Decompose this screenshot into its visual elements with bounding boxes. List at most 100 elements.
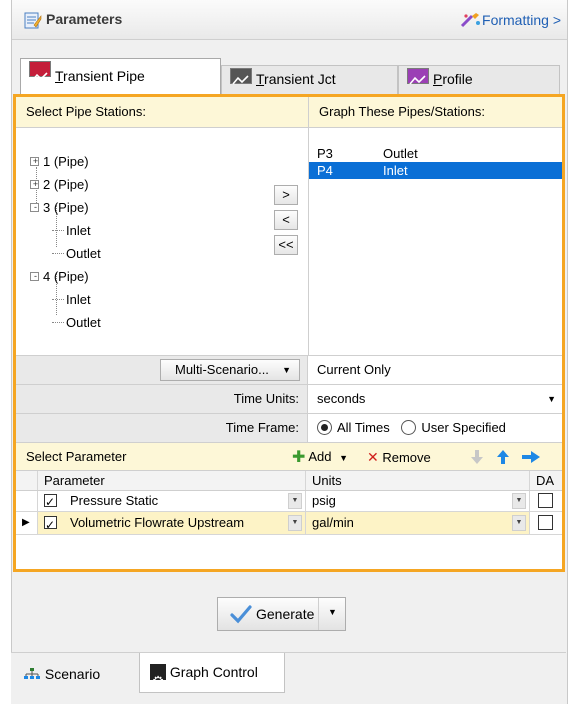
parameter-name: Pressure Static: [70, 493, 159, 508]
tab-label: rofile: [442, 71, 473, 87]
tree-node-pipe-3-inlet[interactable]: Inlet: [30, 219, 101, 242]
tab-mnemonic: P: [433, 71, 443, 87]
pipe-station-picker: Select Pipe Stations: +1 (Pipe) +2 (Pipe…: [16, 97, 308, 355]
tab-mnemonic: T: [256, 71, 265, 87]
collapse-icon[interactable]: -: [30, 202, 39, 212]
tab-graph-control[interactable]: ⚙ Graph Control: [139, 653, 285, 693]
move-down-arrow-icon[interactable]: [469, 449, 485, 465]
generate-label: Generate: [256, 606, 315, 622]
column-header-da[interactable]: DA: [530, 471, 562, 490]
generate-button[interactable]: Generate ▼: [217, 597, 346, 631]
checkmark-icon: [230, 605, 252, 624]
table-row[interactable]: Pressure Static ▼ psig ▼: [16, 491, 562, 512]
multi-scenario-dropdown[interactable]: Multi-Scenario... ▼: [160, 359, 300, 381]
bottom-tabs: Scenario ⚙ Graph Control: [11, 652, 566, 704]
tree-node-label: 4 (Pipe): [43, 269, 89, 284]
chevron-down-icon[interactable]: ▼: [288, 515, 302, 531]
expand-icon[interactable]: +: [30, 156, 39, 166]
tree-node-pipe-4-outlet[interactable]: Outlet: [30, 311, 101, 334]
remove-station-button[interactable]: <: [274, 210, 298, 230]
remove-parameter-button[interactable]: ✕ Remove: [367, 443, 431, 472]
tab-label: ransient Jct: [264, 71, 336, 87]
scenario-value: Current Only: [317, 362, 391, 377]
formatting-label: Formatting >: [482, 12, 561, 28]
add-parameter-button[interactable]: ✚ Add ▼: [292, 443, 348, 472]
remove-x-icon: ✕: [367, 449, 379, 465]
column-header-units[interactable]: Units: [306, 471, 530, 490]
column-header-parameter[interactable]: Parameter: [38, 471, 306, 490]
scenario-tree-icon: [24, 668, 40, 679]
user-specified-radio[interactable]: User Specified: [401, 420, 506, 435]
formatting-link[interactable]: Formatting >: [460, 12, 561, 28]
plus-icon: ✚: [292, 449, 306, 466]
tab-mnemonic: T: [55, 68, 64, 84]
chevron-down-icon[interactable]: ▼: [288, 493, 302, 509]
list-item[interactable]: P3 Outlet: [309, 145, 562, 162]
graph-type-tabs: Transient Pipe Transient Jct Profile: [20, 58, 560, 95]
tree-node-pipe-4-inlet[interactable]: Inlet: [30, 288, 101, 311]
graph-stations-list: Graph These Pipes/Stations: P3 Outlet P4 I…: [308, 97, 562, 355]
graph-settings-panel: Select Pipe Stations: +1 (Pipe) +2 (Pipe…: [13, 94, 565, 572]
gear-icon: ⚙: [150, 664, 166, 689]
tree-node-pipe-3[interactable]: -3 (Pipe): [30, 196, 101, 219]
tab-transient-pipe[interactable]: Transient Pipe: [20, 58, 221, 95]
select-parameter-toolbar: Select Parameter ✚ Add ▼ ✕ Remove: [16, 442, 562, 471]
da-checkbox[interactable]: [538, 515, 553, 530]
chevron-down-icon[interactable]: ▼: [328, 607, 337, 617]
tree-node-label: Outlet: [66, 246, 101, 261]
tree-node-label: Outlet: [66, 315, 101, 330]
select-parameter-title: Select Parameter: [26, 449, 127, 464]
tree-node-pipe-3-outlet[interactable]: Outlet: [30, 242, 101, 265]
chart-line-icon: [29, 61, 51, 82]
time-frame-label: Time Frame:: [16, 414, 308, 442]
move-right-arrow-icon[interactable]: [521, 449, 541, 465]
radio-selected-icon: [317, 420, 332, 435]
add-station-button[interactable]: >: [274, 185, 298, 205]
list-item[interactable]: P4 Inlet: [309, 162, 562, 179]
chart-line-icon: [230, 68, 252, 85]
chevron-down-icon: ▼: [282, 365, 291, 375]
time-units-select[interactable]: seconds ▼: [309, 385, 562, 413]
panel-header: Parameters Formatting >: [12, 0, 567, 40]
table-row[interactable]: ▶ Volumetric Flowrate Upstream ▼ gal/min…: [16, 512, 562, 536]
tab-transient-jct[interactable]: Transient Jct: [221, 65, 398, 94]
tab-label: ransient Pipe: [63, 68, 145, 84]
time-units-label: Time Units:: [16, 385, 308, 413]
parameter-name: Volumetric Flowrate Upstream: [70, 515, 245, 530]
graph-stations-header: Graph These Pipes/Stations:: [309, 97, 562, 128]
multi-scenario-label: Multi-Scenario...: [175, 362, 269, 377]
collapse-icon[interactable]: -: [30, 271, 39, 281]
tree-node-pipe-1[interactable]: +1 (Pipe): [30, 150, 101, 173]
chevron-down-icon[interactable]: ▼: [512, 493, 526, 509]
current-row-arrow-icon: ▶: [16, 512, 38, 534]
chevron-down-icon[interactable]: ▼: [512, 515, 526, 531]
units-select[interactable]: gal/min ▼: [306, 512, 530, 534]
tree-node-label: Inlet: [66, 292, 91, 307]
chevron-down-icon: ▼: [547, 394, 556, 404]
parameter-checkbox[interactable]: [44, 492, 57, 512]
da-checkbox[interactable]: [538, 493, 553, 508]
tree-node-pipe-4[interactable]: -4 (Pipe): [30, 265, 101, 288]
tab-profile[interactable]: Profile: [398, 65, 560, 94]
units-select[interactable]: psig ▼: [306, 491, 530, 511]
move-up-arrow-icon[interactable]: [495, 449, 511, 465]
tree-node-label: 1 (Pipe): [43, 154, 89, 169]
pipe-tree: +1 (Pipe) +2 (Pipe) -3 (Pipe) Inlet Outl…: [30, 150, 101, 334]
scenario-row: Multi-Scenario... ▼ Current Only: [16, 355, 562, 384]
formatting-icon: [460, 13, 481, 28]
parameter-checkbox[interactable]: [44, 514, 57, 536]
row-indicator: [16, 491, 38, 511]
radio-icon: [401, 420, 417, 435]
time-frame-row: Time Frame: All Times User Specified: [16, 413, 562, 442]
tree-node-label: 2 (Pipe): [43, 177, 89, 192]
remove-all-stations-button[interactable]: <<: [274, 235, 298, 255]
select-pipe-stations-header: Select Pipe Stations:: [16, 97, 308, 128]
tab-scenario[interactable]: Scenario: [13, 659, 135, 691]
tree-node-pipe-2[interactable]: +2 (Pipe): [30, 173, 101, 196]
tree-node-label: 3 (Pipe): [43, 200, 89, 215]
chevron-down-icon: ▼: [339, 453, 348, 463]
chart-line-icon: [407, 68, 429, 85]
parameter-table: Parameter Units DA Pressure Static ▼ psi…: [16, 471, 562, 536]
expand-icon[interactable]: +: [30, 179, 39, 189]
all-times-radio[interactable]: All Times: [317, 420, 390, 435]
